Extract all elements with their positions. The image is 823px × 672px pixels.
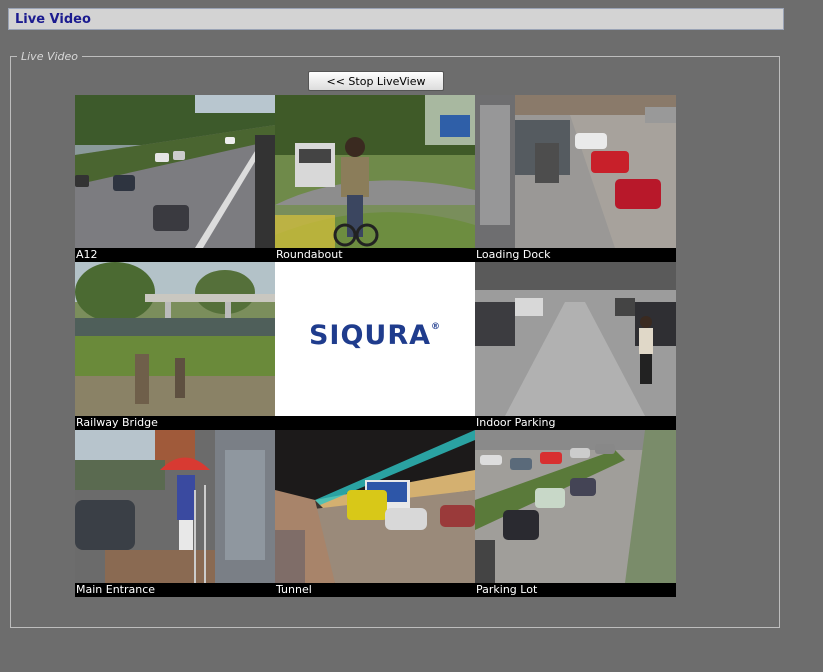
camera-label: Loading Dock	[475, 248, 676, 262]
camera-label: Tunnel	[275, 583, 475, 597]
camera-tile-main-entrance[interactable]: Main Entrance	[75, 430, 275, 597]
panel-legend: Live Video	[21, 50, 79, 63]
camera-tile-indoor-parking[interactable]: Indoor Parking	[475, 262, 676, 430]
camera-feed-parking-lot	[475, 430, 676, 583]
camera-feed-a12	[75, 95, 275, 248]
logo-tile: SIQURA®	[275, 262, 475, 430]
stop-liveview-button[interactable]: << Stop LiveView	[308, 71, 444, 91]
camera-feed-railway-bridge	[75, 262, 275, 416]
camera-tile-loading-dock[interactable]: Loading Dock	[475, 95, 676, 262]
logo-tile-footer	[275, 416, 475, 430]
page-title: Live Video	[15, 12, 91, 27]
camera-label: Indoor Parking	[475, 416, 676, 430]
camera-grid: A12 Roundabout Loading Dock Railway Brid…	[75, 95, 676, 597]
logo-text: SIQURA	[308, 320, 432, 351]
camera-label: A12	[75, 248, 275, 262]
camera-feed-roundabout	[275, 95, 475, 248]
camera-label: Parking Lot	[475, 583, 676, 597]
siqura-logo: SIQURA®	[275, 320, 475, 351]
camera-label: Railway Bridge	[75, 416, 275, 430]
camera-feed-loading-dock	[475, 95, 676, 248]
camera-tile-a12[interactable]: A12	[75, 95, 275, 262]
camera-feed-tunnel	[275, 430, 475, 583]
camera-tile-railway-bridge[interactable]: Railway Bridge	[75, 262, 275, 430]
page-header: Live Video	[8, 8, 784, 30]
camera-feed-indoor-parking	[475, 262, 676, 416]
camera-label: Main Entrance	[75, 583, 275, 597]
registered-mark: ®	[431, 322, 442, 332]
camera-tile-parking-lot[interactable]: Parking Lot	[475, 430, 676, 597]
camera-tile-roundabout[interactable]: Roundabout	[275, 95, 475, 262]
camera-tile-tunnel[interactable]: Tunnel	[275, 430, 475, 597]
camera-label: Roundabout	[275, 248, 475, 262]
camera-feed-main-entrance	[75, 430, 275, 583]
